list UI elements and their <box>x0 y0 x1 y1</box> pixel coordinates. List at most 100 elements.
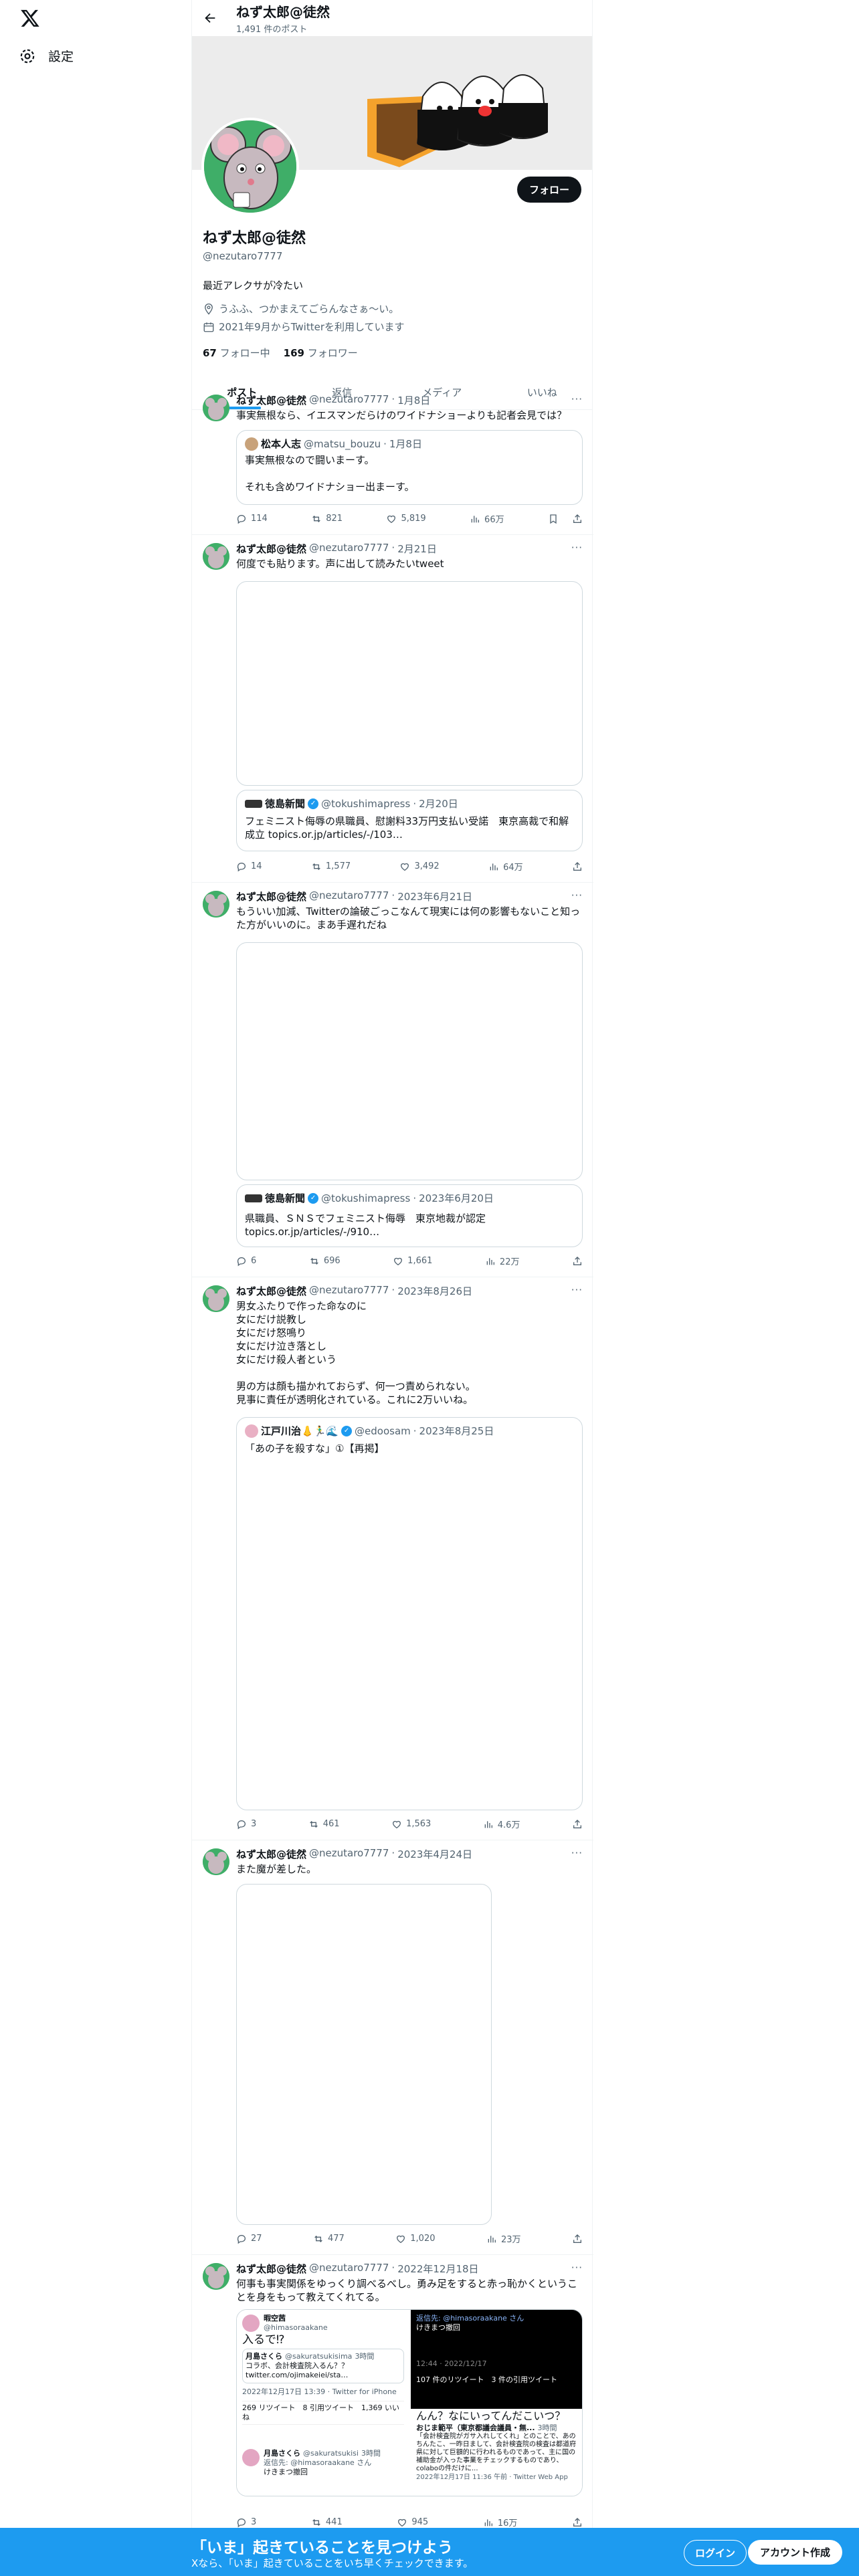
views-button[interactable]: 16万 <box>483 2516 518 2529</box>
tweet-date[interactable]: 2023年6月21日 <box>397 889 472 903</box>
share-button[interactable] <box>572 1256 583 1267</box>
screenshot-reply-handle: @sakuratsukisi <box>303 2449 359 2458</box>
retweet-button[interactable]: 821 <box>311 514 343 524</box>
like-button[interactable]: 1,563 <box>391 1819 431 1830</box>
retweet-button[interactable]: 1,577 <box>311 861 351 872</box>
tweet-author-name[interactable]: ねず太郎@徒然 <box>236 2262 306 2276</box>
more-options-icon[interactable]: ··· <box>571 1847 583 1859</box>
views-button[interactable]: 64万 <box>488 860 523 873</box>
tweet-avatar[interactable] <box>203 395 229 421</box>
tweet-author-handle[interactable]: @nezutaro7777 <box>309 393 389 407</box>
like-button[interactable]: 3,492 <box>399 861 440 872</box>
screenshot-right-body: 「会計検査院がガサ入れしてくれ」とのことで、あのちんたこ、一昨日まして、会計検査… <box>416 2433 576 2472</box>
more-options-icon[interactable]: ··· <box>571 2262 583 2274</box>
like-button[interactable]: 945 <box>397 2517 428 2528</box>
verified-badge-icon: ✓ <box>341 1426 353 1436</box>
tweet-date[interactable]: 2月21日 <box>397 542 437 556</box>
reply-button[interactable]: 6 <box>236 1256 256 1267</box>
like-button[interactable]: 1,020 <box>395 2234 436 2244</box>
quoted-tweet[interactable]: 松本人志 @matsu_bouzu · 1月8日 事実無根なので闘いまーす。 それも含… <box>236 430 583 505</box>
tweet-author-handle[interactable]: @nezutaro7777 <box>309 1284 389 1298</box>
quoted-author-name: 徳島新聞 <box>265 798 306 810</box>
tweet[interactable]: ねず太郎@徒然 @nezutaro7777 · 2023年4月24日 ··· また魔が… <box>192 1840 593 2255</box>
tweet-author-handle[interactable]: @nezutaro7777 <box>309 2262 389 2276</box>
followers-link[interactable]: 169 フォロワー <box>284 346 358 360</box>
tweet-author-name[interactable]: ねず太郎@徒然 <box>236 1284 306 1298</box>
tweet-author-handle[interactable]: @nezutaro7777 <box>309 889 389 903</box>
signup-button[interactable]: アカウント作成 <box>748 2540 843 2565</box>
like-button[interactable]: 1,661 <box>393 1256 432 1267</box>
screenshot-right-caption: んん？なにいってんだこいつ？ <box>416 2409 566 2422</box>
tweet[interactable]: ねず太郎@徒然 @nezutaro7777 · 1月8日 ··· 事実無根なら、イエス… <box>192 387 593 535</box>
more-options-icon[interactable]: ··· <box>571 1284 583 1296</box>
follow-button[interactable]: フォロー <box>516 177 581 203</box>
views-chart-icon <box>484 1820 492 1828</box>
share-button[interactable] <box>572 1819 583 1830</box>
x-logo-icon[interactable] <box>20 8 40 28</box>
tweet[interactable]: ねず太郎@徒然 @nezutaro7777 · 2023年6月21日 ··· もういい… <box>192 883 593 1277</box>
share-icon[interactable] <box>572 514 583 524</box>
tweet[interactable]: ねず太郎@徒然 @nezutaro7777 · 2月21日 ··· 何度でも貼ります。… <box>192 535 593 883</box>
following-link[interactable]: 67 フォロー中 <box>203 346 270 360</box>
reply-button[interactable]: 3 <box>236 1819 256 1830</box>
tweet[interactable]: ねず太郎@徒然 @nezutaro7777 · 2023年8月26日 ··· 男女ふた… <box>192 1277 593 1840</box>
reply-button[interactable]: 14 <box>236 861 262 872</box>
quoted-text: 事実無根なので闘いまーす。 それも含めワイドナショー出まーす。 <box>245 454 415 493</box>
reply-icon <box>237 514 246 524</box>
bookmark-button[interactable] <box>548 514 583 524</box>
tweet-author-name[interactable]: ねず太郎@徒然 <box>236 542 306 556</box>
tweet-avatar[interactable] <box>203 1285 229 1312</box>
views-button[interactable]: 4.6万 <box>483 1818 520 1830</box>
more-options-icon[interactable]: ··· <box>571 889 583 901</box>
retweet-button[interactable]: 461 <box>308 1819 340 1830</box>
quoted-tweet[interactable]: 江戸川治👃🏃‍♂️🌊 ✓ @edoosam · 2023年8月25日 「あの子を殺すな」… <box>236 1417 583 1810</box>
more-options-icon[interactable]: ··· <box>571 393 583 405</box>
quoted-author-name: 徳島新聞 <box>265 1192 306 1204</box>
verified-badge-icon: ✓ <box>308 798 319 809</box>
quoted-tweet[interactable]: 徳島新聞 ✓ @tokushimapress · 2023年6月20日 県職員、ＳＮＳで… <box>236 1184 583 1247</box>
reply-button[interactable]: 27 <box>236 2234 262 2244</box>
tweet[interactable]: ねず太郎@徒然 @nezutaro7777 · 2022年12月18日 ··· 何事も… <box>192 2255 593 2529</box>
tweet-media[interactable] <box>236 581 583 786</box>
tweet-author-handle[interactable]: @nezutaro7777 <box>309 542 389 556</box>
tweet-date[interactable]: 2022年12月18日 <box>397 2262 478 2276</box>
view-count: 23万 <box>500 2235 521 2245</box>
quoted-author-handle: @tokushimapress <box>321 1192 411 1204</box>
nav-item-settings[interactable]: 設定 <box>19 47 74 65</box>
views-button[interactable]: 22万 <box>485 1255 519 1267</box>
tweet-avatar[interactable] <box>203 1848 229 1875</box>
tweet-author-handle[interactable]: @nezutaro7777 <box>309 1847 389 1861</box>
tweet-avatar[interactable] <box>203 543 229 570</box>
mouse-avatar-icon <box>203 2263 229 2290</box>
views-button[interactable]: 66万 <box>470 512 504 525</box>
tweet-author-name[interactable]: ねず太郎@徒然 <box>236 889 306 903</box>
tweet-media[interactable] <box>236 1884 492 2225</box>
tweet-author-name[interactable]: ねず太郎@徒然 <box>236 393 306 407</box>
tweet-avatar[interactable] <box>203 891 229 918</box>
share-button[interactable] <box>572 2234 583 2244</box>
retweet-button[interactable]: 441 <box>311 2517 343 2528</box>
view-count: 16万 <box>497 2518 518 2529</box>
share-button[interactable] <box>572 861 583 872</box>
share-button[interactable] <box>572 2517 583 2528</box>
tweet-text: 男女ふたりで作った命なのに 女にだけ説教し 女にだけ怒鳴り 女にだけ泣き落とし … <box>236 1300 476 1406</box>
tweet-avatar[interactable] <box>203 2263 229 2290</box>
tweet-media-screenshots[interactable]: 暇空茜 @himasoraakane 入るで⁉ 月島さくら @sakuratsuki… <box>236 2309 583 2496</box>
tweet-date[interactable]: 1月8日 <box>397 393 430 407</box>
tweet-date[interactable]: 2023年4月24日 <box>397 1847 472 1861</box>
profile-avatar[interactable] <box>201 118 299 215</box>
tweet-date[interactable]: 2023年8月26日 <box>397 1284 472 1298</box>
retweet-button[interactable]: 696 <box>309 1256 341 1267</box>
tweet-media[interactable] <box>236 942 583 1180</box>
reply-button[interactable]: 3 <box>236 2517 256 2528</box>
reply-button[interactable]: 114 <box>236 514 268 524</box>
more-options-icon[interactable]: ··· <box>571 542 583 554</box>
views-button[interactable]: 23万 <box>486 2232 521 2245</box>
login-button[interactable]: ログイン <box>684 2540 747 2566</box>
back-arrow-icon[interactable] <box>203 11 217 25</box>
quoted-tweet[interactable]: 徳島新聞 ✓ @tokushimapress · 2月20日 フェミニスト侮辱の県職員、… <box>236 790 583 851</box>
screenshot-right-footer: 2022年12月17日 11:36 午前 · Twitter Web App <box>416 2474 568 2481</box>
retweet-button[interactable]: 477 <box>313 2234 345 2244</box>
like-button[interactable]: 5,819 <box>386 514 426 524</box>
tweet-author-name[interactable]: ねず太郎@徒然 <box>236 1847 306 1861</box>
